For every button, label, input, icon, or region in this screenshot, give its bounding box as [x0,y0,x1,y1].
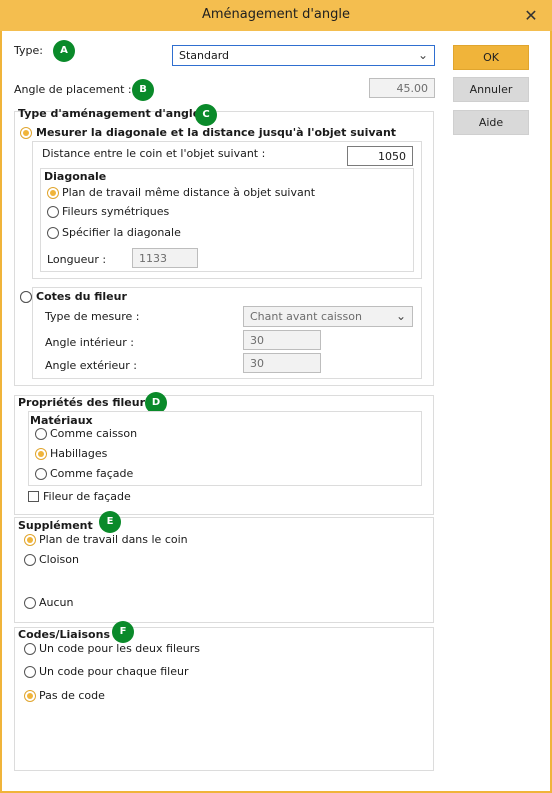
radio-habillages-label[interactable]: Habillages [50,447,107,460]
badge-b: B [132,79,154,101]
radio-supp-plan-label[interactable]: Plan de travail dans le coin [39,533,188,546]
dialog-window: Aménagement d'angle ✕ Type: A Standard ⌄… [0,0,552,793]
section-codes-title: Codes/Liaisons [18,628,113,641]
distance-label: Distance entre le coin et l'objet suivan… [42,147,266,160]
radio-supp-aucun-label[interactable]: Aucun [39,596,74,609]
radio-cotes-label-front[interactable]: Cotes du fileur [36,290,130,303]
angle-placement-label: Angle de placement : [14,83,132,96]
distance-input[interactable]: 1050 [347,146,413,166]
cancel-button[interactable]: Annuler [453,77,529,102]
help-button[interactable]: Aide [453,110,529,135]
angle-placement-input[interactable]: 45.00 [369,78,435,98]
radio-diag-sym[interactable] [47,206,59,218]
chevron-down-icon: ⌄ [395,309,406,323]
radio-codes-deux-label[interactable]: Un code pour les deux fileurs [39,642,200,655]
dialog-body: Type: A Standard ⌄ Angle de placement : … [2,31,550,791]
angle-interieur-label: Angle intérieur : [45,336,134,349]
close-icon[interactable]: ✕ [520,5,542,27]
materiaux-title: Matériaux [30,414,93,427]
radio-supp-aucun[interactable] [24,597,36,609]
radio-cotes-front[interactable] [20,291,32,303]
radio-codes-pas-label[interactable]: Pas de code [39,689,105,702]
radio-codes-chaque-label[interactable]: Un code pour chaque fileur [39,665,188,678]
radio-comme-facade[interactable] [35,468,47,480]
radio-comme-caisson[interactable] [35,428,47,440]
section-type-amenagement-title: Type d'aménagement d'angle [18,107,201,120]
radio-diag-spec-label[interactable]: Spécifier la diagonale [62,226,181,239]
longueur-input[interactable]: 1133 [132,248,198,268]
chevron-down-icon: ⌄ [417,48,428,62]
diagonale-title: Diagonale [44,170,107,183]
radio-diag-plan[interactable] [47,187,59,199]
angle-exterieur-label: Angle extérieur : [45,359,138,372]
checkbox-fileur-facade-label[interactable]: Fileur de façade [43,490,131,503]
badge-c: C [195,104,217,126]
radio-supp-cloison[interactable] [24,554,36,566]
title-bar: Aménagement d'angle ✕ [0,0,552,31]
section-proprietes-title: Propriétés des fileurs [18,396,155,409]
radio-diag-spec[interactable] [47,227,59,239]
section-supplement-title: Supplément [18,519,96,532]
radio-supp-cloison-label[interactable]: Cloison [39,553,79,566]
type-mesure-value: Chant avant caisson [250,310,362,323]
angle-interieur-input[interactable]: 30 [243,330,321,350]
radio-diag-sym-label[interactable]: Fileurs symétriques [62,205,169,218]
checkbox-fileur-facade[interactable] [28,491,39,502]
radio-codes-chaque[interactable] [24,666,36,678]
badge-e: E [99,511,121,533]
type-label: Type: [14,44,43,57]
radio-supp-plan[interactable] [24,534,36,546]
radio-diag-plan-label[interactable]: Plan de travail même distance à objet su… [62,186,315,199]
window-title: Aménagement d'angle [201,7,351,22]
radio-comme-facade-label[interactable]: Comme façade [50,467,133,480]
type-mesure-label: Type de mesure : [45,310,140,323]
badge-a: A [53,40,75,62]
radio-codes-deux[interactable] [24,643,36,655]
radio-codes-pas[interactable] [24,690,36,702]
radio-comme-caisson-label[interactable]: Comme caisson [50,427,137,440]
type-mesure-select[interactable]: Chant avant caisson ⌄ [243,306,413,327]
radio-mesurer[interactable] [20,127,32,139]
radio-mesurer-label[interactable]: Mesurer la diagonale et la distance jusq… [36,126,396,139]
type-select-value: Standard [179,49,230,62]
radio-habillages[interactable] [35,448,47,460]
ok-button[interactable]: OK [453,45,529,70]
badge-f: F [112,621,134,643]
angle-exterieur-input[interactable]: 30 [243,353,321,373]
longueur-label: Longueur : [47,253,107,266]
type-select[interactable]: Standard ⌄ [172,45,435,66]
